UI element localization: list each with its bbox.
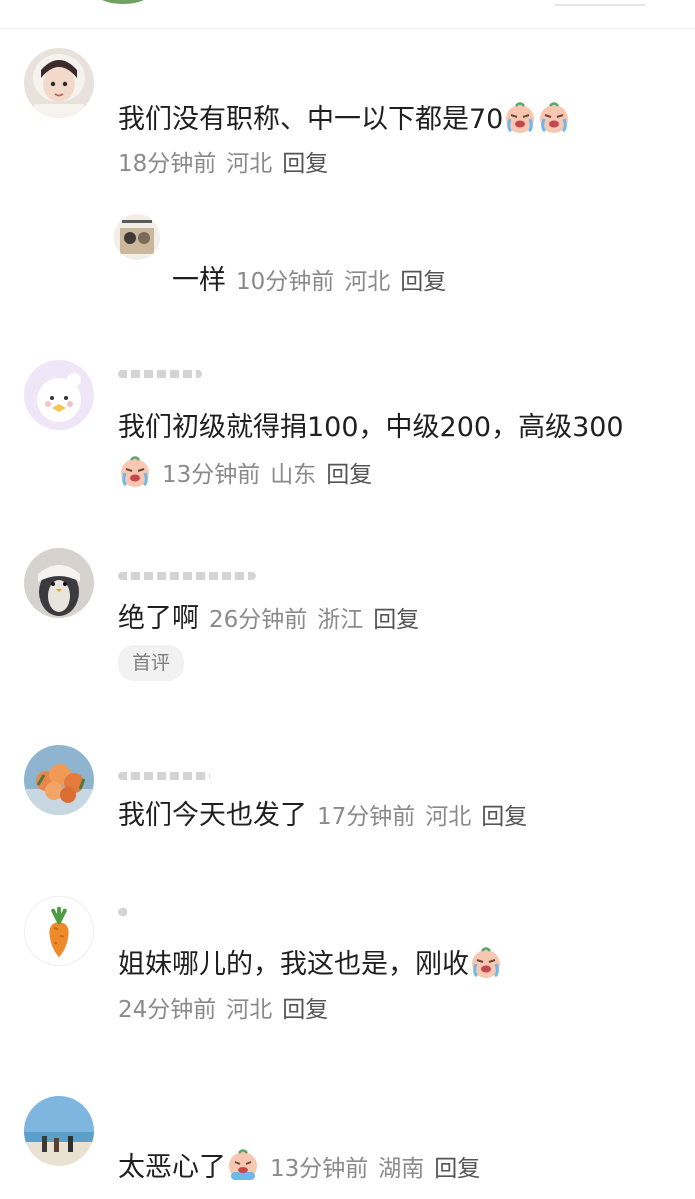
comment-text: 我们今天也发了 17分钟前 河北 回复 xyxy=(118,800,528,831)
sobbing-face-emoji-icon xyxy=(226,1148,260,1182)
reply-button[interactable]: 回复 xyxy=(282,997,328,1023)
comment-location: 山东 xyxy=(270,462,317,488)
comment-time: 26分钟前 xyxy=(209,607,308,633)
sub-reply-location: 河北 xyxy=(344,269,391,295)
comment-text: 我们没有职称、中一以下都是70 xyxy=(118,100,571,138)
sub-reply-time: 10分钟前 xyxy=(236,269,335,295)
user-avatar[interactable] xyxy=(24,896,94,966)
comment-time: 17分钟前 xyxy=(317,804,416,830)
comment-text: 绝了啊 26分钟前 浙江 回复 xyxy=(118,603,420,634)
username-blurred xyxy=(118,366,258,380)
comment-time: 13分钟前 xyxy=(162,462,261,488)
comment-meta: 24分钟前 河北 回复 xyxy=(118,994,328,1026)
reply-button[interactable]: 回复 xyxy=(373,607,419,633)
comment-location: 湖南 xyxy=(378,1156,425,1182)
top-header-strip xyxy=(0,0,695,29)
sub-reply: 一样 10分钟前 河北 回复 xyxy=(172,263,446,300)
reply-button[interactable]: 回复 xyxy=(326,462,372,488)
user-avatar[interactable] xyxy=(24,48,94,118)
comment-time: 24分钟前 xyxy=(118,997,217,1023)
comment-location: 河北 xyxy=(226,151,273,177)
first-comment-badge: 首评 xyxy=(118,645,185,681)
comment-time: 18分钟前 xyxy=(118,151,217,177)
header-divider xyxy=(555,4,645,6)
comment-location: 河北 xyxy=(226,997,273,1023)
username-blurred xyxy=(118,768,258,782)
comment-meta: 18分钟前 河北 回复 xyxy=(118,148,328,180)
crying-face-emoji-icon xyxy=(537,100,571,134)
reply-button[interactable]: 回复 xyxy=(282,151,328,177)
username-blurred xyxy=(118,568,258,582)
user-avatar[interactable] xyxy=(24,548,94,618)
comment-text: 姐妹哪儿的，我这也是，刚收 xyxy=(118,945,503,983)
reply-button[interactable]: 回复 xyxy=(481,804,527,830)
reply-button[interactable]: 回复 xyxy=(434,1156,480,1182)
crying-face-emoji-icon xyxy=(503,100,537,134)
comment-text: 我们初级就得捐100，中级200，高级300 xyxy=(118,412,624,443)
comment-time: 13分钟前 xyxy=(270,1156,369,1182)
header-avatar[interactable] xyxy=(95,0,151,4)
user-avatar[interactable] xyxy=(24,745,94,815)
user-avatar[interactable] xyxy=(24,1096,94,1166)
crying-face-emoji-icon xyxy=(118,454,152,488)
comment-location: 河北 xyxy=(425,804,472,830)
comment-text: 太恶心了 13分钟前 湖南 回复 xyxy=(118,1148,480,1187)
sub-reply-button[interactable]: 回复 xyxy=(400,269,446,295)
comment-location: 浙江 xyxy=(317,607,364,633)
username-blurred xyxy=(118,904,258,918)
crying-face-emoji-icon xyxy=(469,945,503,979)
sub-reply-text: 一样 xyxy=(172,265,226,296)
comment-meta: 13分钟前 山东 回复 xyxy=(118,454,372,491)
sub-reply-avatar[interactable] xyxy=(114,214,160,260)
user-avatar[interactable] xyxy=(24,360,94,430)
